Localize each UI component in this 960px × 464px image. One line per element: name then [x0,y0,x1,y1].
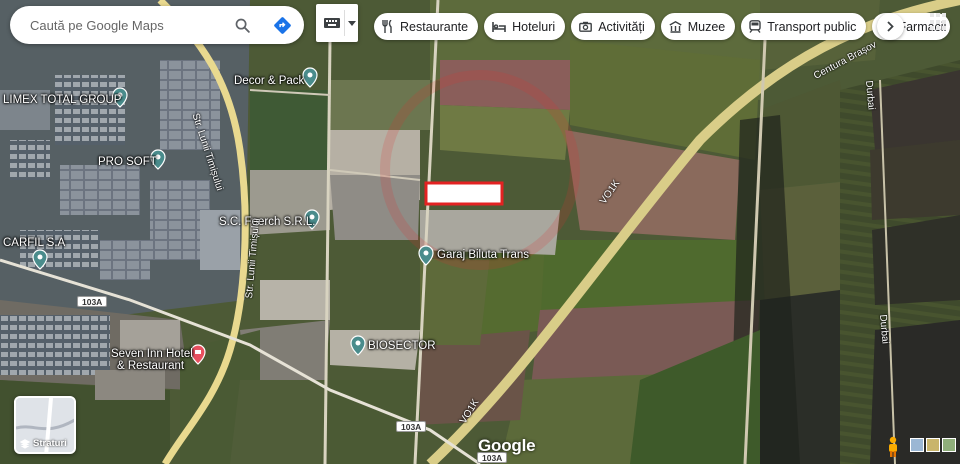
keyboard-toggle[interactable] [316,4,358,42]
chip-transport-public[interactable]: Transport public [741,13,867,40]
chip-label: Hoteluri [512,19,556,34]
train-icon [749,20,761,33]
layers-icon [20,438,30,449]
imagery-thumbnails [910,438,956,452]
chip-restaurante[interactable]: Restaurante [374,13,479,40]
chevron-down-icon[interactable] [345,20,358,26]
road-shield-103a-1: 103A [77,296,108,307]
apps-grid-icon[interactable] [930,13,948,31]
poi-label-biosector[interactable]: BIOSECTOR [368,340,436,352]
layers-button[interactable]: Straturi [14,396,76,454]
museum-icon [669,20,682,33]
pegman-icon[interactable] [885,436,901,458]
google-logo: Google [478,436,536,455]
chip-hoteluri[interactable]: Hoteluri [484,13,566,40]
search-box [10,6,304,44]
poi-label-garaj[interactable]: Garaj Biluta Trans [437,249,529,261]
chip-label: Restaurante [400,19,469,34]
chip-label: Muzee [687,19,726,34]
chip-label: Transport public [767,19,857,34]
poi-label-seven-inn-2[interactable]: & Restaurant [117,360,184,372]
highlighted-parcel[interactable] [424,181,504,206]
road-shield-103a-2: 103A [396,421,427,432]
chips-next-button[interactable] [877,13,904,40]
search-icon[interactable] [232,15,252,35]
poi-label-seven-inn-1[interactable]: Seven Inn Hotel [111,348,193,360]
poi-label-carfil[interactable]: CARFIL S.A [3,237,65,249]
chevron-right-icon [887,21,894,32]
chip-muzee[interactable]: Muzee [660,13,736,40]
keyboard-icon[interactable] [319,10,345,36]
imagery-thumb-3[interactable] [942,438,956,452]
chip-activitati[interactable]: Activități [571,13,655,40]
poi-label-decor-pack[interactable]: Decor & Pack [234,75,304,87]
category-chips: Restaurante Hoteluri Activități Muzee Tr… [374,13,951,40]
fork-knife-icon [382,20,392,33]
chip-label: Activități [598,19,645,34]
poi-label-foerch[interactable]: S.C. Foerch S.R.L. [219,216,316,228]
imagery-thumb-1[interactable] [910,438,924,452]
layers-label: Straturi [33,438,67,449]
bed-icon [492,22,506,32]
poi-label-prosoft[interactable]: PRO SOFT [98,156,157,168]
directions-icon[interactable] [272,15,292,35]
poi-label-limex[interactable]: LIMEX TOTAL GROUP [3,94,121,106]
search-input[interactable] [30,17,230,33]
camera-icon [579,21,593,32]
imagery-thumb-2[interactable] [926,438,940,452]
